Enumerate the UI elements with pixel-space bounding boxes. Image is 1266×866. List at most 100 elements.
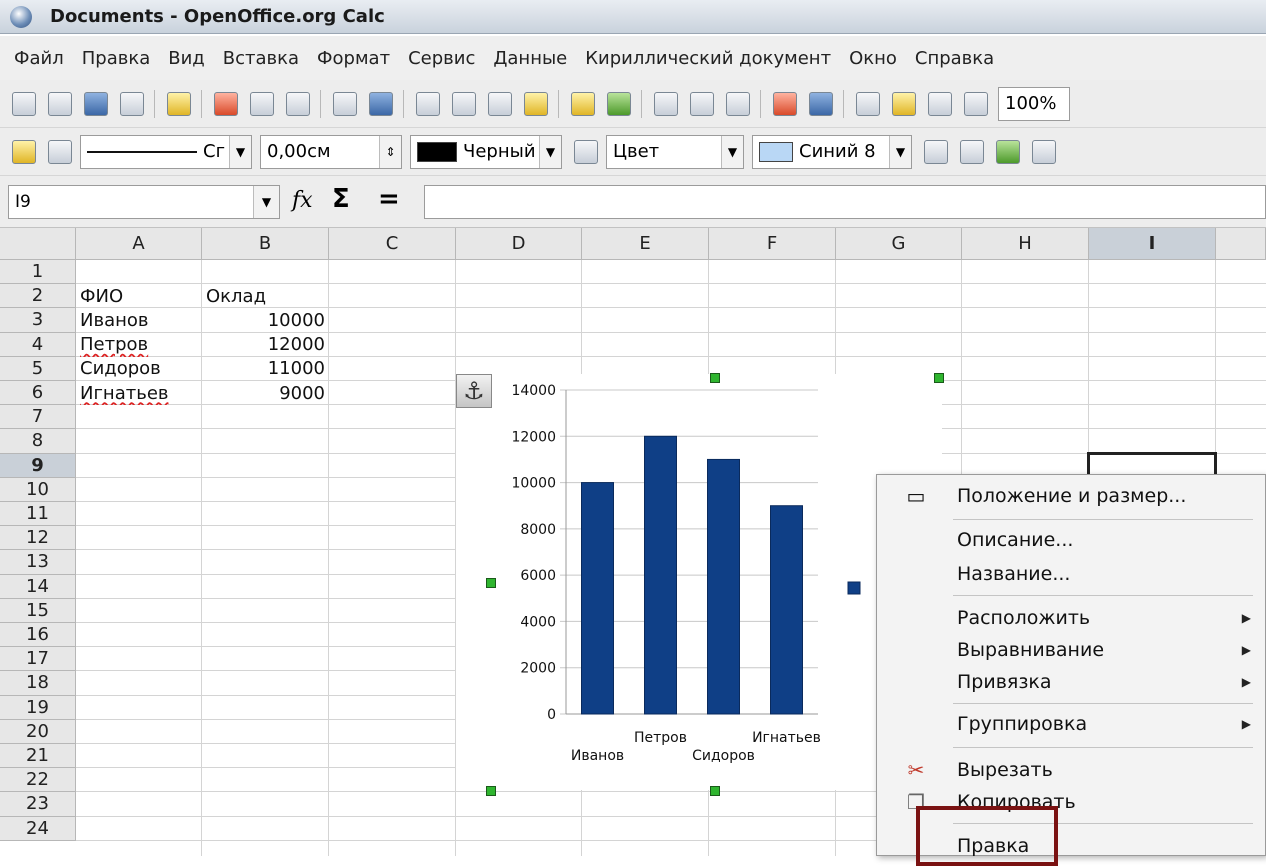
row-header-5[interactable]: 5 bbox=[0, 356, 76, 381]
resize-handle[interactable] bbox=[934, 373, 944, 383]
row-header-20[interactable]: 20 bbox=[0, 719, 76, 744]
autospellcheck-icon[interactable] bbox=[369, 91, 393, 116]
cell-b6[interactable]: 9000 bbox=[202, 381, 329, 405]
menu-item-group[interactable]: Группировка ▶ bbox=[877, 707, 1265, 741]
row-header-10[interactable]: 10 bbox=[0, 477, 76, 502]
row-header-7[interactable]: 7 bbox=[0, 405, 76, 430]
row-header-4[interactable]: 4 bbox=[0, 332, 76, 357]
row-header-2[interactable]: 2 bbox=[0, 284, 76, 309]
save-icon[interactable] bbox=[84, 91, 108, 116]
formula-input[interactable] bbox=[424, 185, 1266, 219]
row-header-12[interactable]: 12 bbox=[0, 526, 76, 551]
menu-view[interactable]: Вид bbox=[168, 48, 205, 69]
row-header-16[interactable]: 16 bbox=[0, 623, 76, 648]
menu-window[interactable]: Окно bbox=[849, 48, 897, 69]
menu-file[interactable]: Файл bbox=[14, 48, 64, 69]
export-pdf-icon[interactable] bbox=[214, 91, 238, 116]
row-header-24[interactable]: 24 bbox=[0, 816, 76, 841]
bring-to-front-icon[interactable] bbox=[996, 139, 1020, 164]
function-icon[interactable]: = bbox=[378, 184, 400, 214]
email-icon[interactable] bbox=[120, 91, 144, 116]
clone-formatting-icon[interactable] bbox=[524, 91, 548, 116]
menu-edit[interactable]: Правка bbox=[82, 48, 151, 69]
menu-help[interactable]: Справка bbox=[915, 48, 994, 69]
column-header-next[interactable] bbox=[1216, 228, 1266, 260]
menu-item-description[interactable]: Описание... bbox=[877, 523, 1265, 557]
menu-item-position-size[interactable]: ▭ Положение и размер... bbox=[877, 479, 1265, 513]
data-sources-icon[interactable] bbox=[964, 91, 988, 116]
new-document-icon[interactable] bbox=[12, 91, 36, 116]
menu-item-anchor[interactable]: Привязка ▶ bbox=[877, 665, 1265, 699]
column-header-b[interactable]: B bbox=[202, 228, 329, 260]
sort-descending-icon[interactable] bbox=[726, 91, 750, 116]
rotate-icon[interactable] bbox=[924, 139, 948, 164]
row-header-23[interactable]: 23 bbox=[0, 792, 76, 817]
resize-handle[interactable] bbox=[486, 578, 496, 588]
cell-b5[interactable]: 11000 bbox=[202, 357, 329, 381]
undo-icon[interactable] bbox=[571, 91, 595, 116]
line-style-select[interactable]: Сг ▼ bbox=[80, 134, 252, 169]
copy-icon[interactable] bbox=[452, 91, 476, 116]
cell-a5[interactable]: Сидоров bbox=[76, 357, 202, 381]
menu-data[interactable]: Данные bbox=[493, 48, 567, 69]
row-header-22[interactable]: 22 bbox=[0, 768, 76, 793]
sum-icon[interactable]: Σ bbox=[332, 184, 350, 214]
row-header-19[interactable]: 19 bbox=[0, 695, 76, 720]
send-to-back-icon[interactable] bbox=[1032, 139, 1056, 164]
area-fill-icon[interactable] bbox=[574, 139, 598, 164]
hyperlink-icon[interactable] bbox=[654, 91, 678, 116]
paste-icon[interactable] bbox=[488, 91, 512, 116]
anchor-icon[interactable]: ⚓ bbox=[456, 374, 492, 408]
name-box[interactable]: I9 ▼ bbox=[8, 185, 280, 219]
area-color-select[interactable]: Синий 8 ▼ bbox=[752, 134, 912, 169]
menu-tools[interactable]: Сервис bbox=[408, 48, 475, 69]
cell-a2[interactable]: ФИО bbox=[76, 284, 202, 308]
column-header-g[interactable]: G bbox=[836, 228, 962, 260]
menu-item-alignment[interactable]: Выравнивание ▶ bbox=[877, 633, 1265, 667]
area-style-select[interactable]: Цвет ▼ bbox=[606, 134, 744, 169]
chart-object[interactable]: 0 2000 4000 6000 8000 10000 12000 14000 Иванов Пе… bbox=[456, 373, 944, 796]
cell-b2[interactable]: Оклад bbox=[202, 284, 329, 308]
cell-a3[interactable]: Иванов bbox=[76, 308, 202, 332]
line-icon[interactable] bbox=[12, 139, 36, 164]
menu-format[interactable]: Формат bbox=[317, 48, 390, 69]
line-width-field[interactable]: 0,00см ⇕ bbox=[260, 134, 402, 169]
find-replace-icon[interactable] bbox=[856, 91, 880, 116]
column-header-h[interactable]: H bbox=[962, 228, 1089, 260]
column-header-f[interactable]: F bbox=[709, 228, 836, 260]
spellcheck-icon[interactable] bbox=[333, 91, 357, 116]
row-header-21[interactable]: 21 bbox=[0, 744, 76, 769]
gallery-icon[interactable] bbox=[928, 91, 952, 116]
arrow-style-icon[interactable] bbox=[48, 139, 72, 164]
function-wizard-icon[interactable]: fx bbox=[292, 188, 313, 213]
row-header-3[interactable]: 3 bbox=[0, 308, 76, 333]
resize-handle[interactable] bbox=[710, 786, 720, 796]
row-header-8[interactable]: 8 bbox=[0, 429, 76, 454]
cut-icon[interactable] bbox=[416, 91, 440, 116]
row-header-18[interactable]: 18 bbox=[0, 671, 76, 696]
print-preview-icon[interactable] bbox=[286, 91, 310, 116]
menu-insert[interactable]: Вставка bbox=[223, 48, 299, 69]
redo-icon[interactable] bbox=[607, 91, 631, 116]
row-header-1[interactable]: 1 bbox=[0, 260, 76, 285]
navigator-icon[interactable] bbox=[892, 91, 916, 116]
open-icon[interactable] bbox=[48, 91, 72, 116]
edit-mode-icon[interactable] bbox=[167, 91, 191, 116]
menu-cyrillic-document[interactable]: Кириллический документ bbox=[585, 48, 831, 69]
row-header-9[interactable]: 9 bbox=[0, 453, 76, 478]
chevron-down-icon[interactable]: ▼ bbox=[253, 186, 279, 218]
row-header-11[interactable]: 11 bbox=[0, 502, 76, 527]
line-color-select[interactable]: Черный ▼ bbox=[410, 134, 562, 169]
cell-b3[interactable]: 10000 bbox=[202, 308, 329, 332]
column-header-i[interactable]: I bbox=[1089, 228, 1216, 260]
row-header-14[interactable]: 14 bbox=[0, 574, 76, 599]
menu-item-cut[interactable]: ✂ Вырезать bbox=[877, 753, 1265, 787]
menu-item-name[interactable]: Название... bbox=[877, 557, 1265, 591]
resize-handle[interactable] bbox=[486, 786, 496, 796]
column-header-c[interactable]: C bbox=[329, 228, 456, 260]
column-header-a[interactable]: A bbox=[76, 228, 202, 260]
column-header-d[interactable]: D bbox=[456, 228, 582, 260]
sort-ascending-icon[interactable] bbox=[690, 91, 714, 116]
zoom-field[interactable]: 100% bbox=[998, 86, 1070, 121]
show-draw-functions-icon[interactable] bbox=[809, 91, 833, 116]
